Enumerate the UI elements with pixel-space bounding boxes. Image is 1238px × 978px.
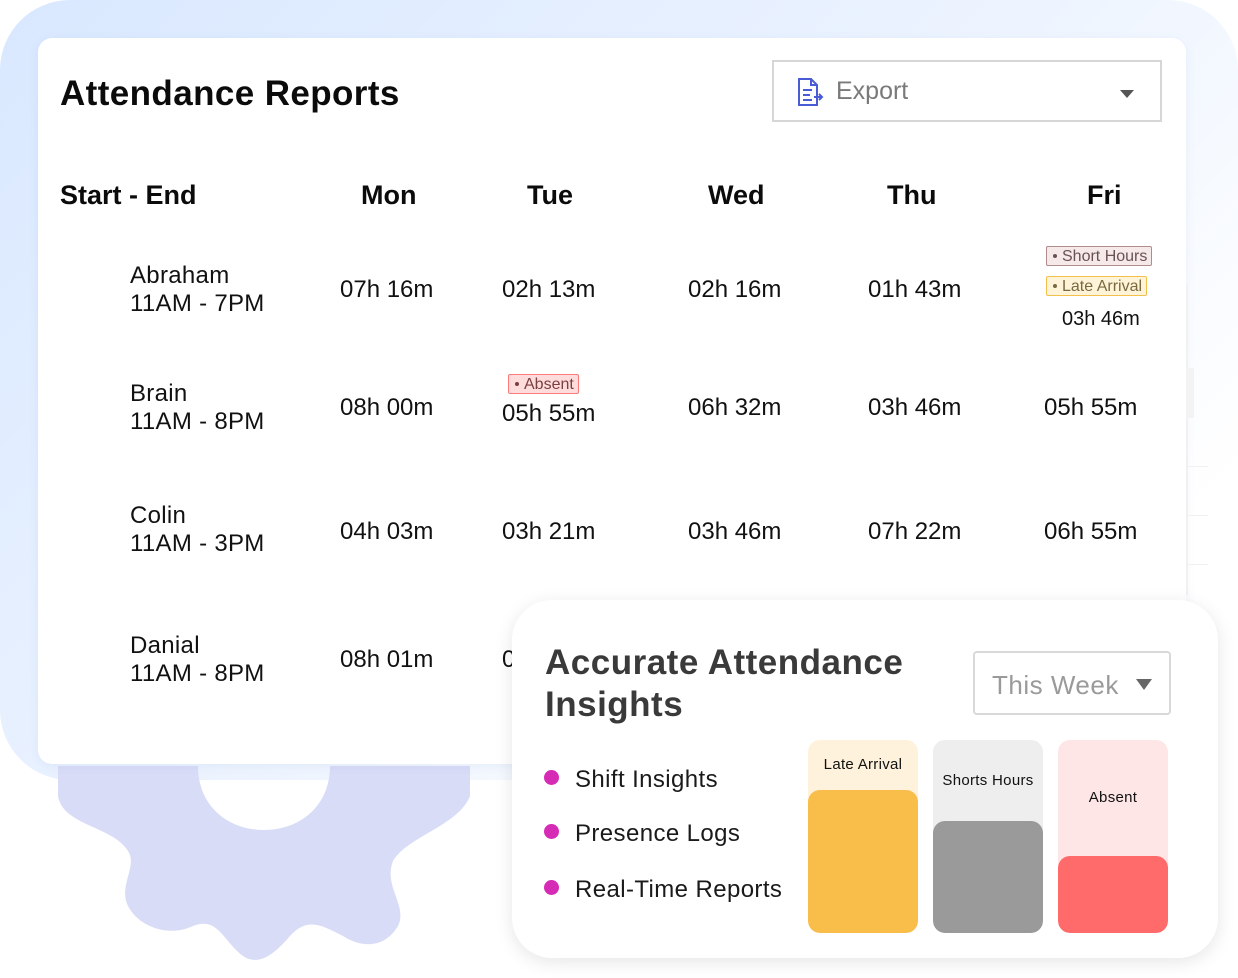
faint-divider (1186, 515, 1208, 516)
range-select[interactable]: This Week (973, 651, 1171, 715)
hours-cell: 03h 46m (1062, 308, 1140, 330)
employee-name: Brain (130, 380, 188, 407)
bar-label: Late Arrival (823, 756, 903, 773)
hours-cell: 03h 21m (502, 518, 596, 545)
employee-name: Colin (130, 502, 187, 529)
report-title: Attendance Reports (60, 74, 400, 113)
hours-cell: 05h 55m (502, 400, 596, 427)
insight-bullet: Presence Logs (544, 820, 740, 848)
short-hours-badge: Short Hours (1046, 246, 1153, 266)
export-dropdown[interactable]: Export (772, 60, 1162, 122)
hours-cell: 02h 16m (688, 276, 782, 303)
document-export-icon (798, 78, 824, 106)
bullet-dot-icon (544, 824, 559, 839)
hours-cell: 06h 32m (688, 394, 782, 421)
faint-divider (1186, 285, 1188, 595)
employee-shift: 11AM - 7PM (130, 290, 265, 317)
bar-label: Absent (1088, 789, 1138, 806)
bullet-dot-icon (544, 880, 559, 895)
hours-cell: 03h 46m (688, 518, 782, 545)
column-header-wed: Wed (708, 180, 765, 210)
hours-cell: 03h 46m (868, 394, 962, 421)
column-header-tue: Tue (527, 180, 573, 210)
absent-badge: Absent (508, 374, 579, 394)
insight-bullet: Shift Insights (544, 766, 718, 794)
insights-card: Accurate Attendance Insights This Week S… (512, 600, 1218, 958)
hours-cell: 01h 43m (868, 276, 962, 303)
column-header-mon: Mon (361, 180, 417, 210)
hours-cell: 05h 55m (1044, 394, 1138, 421)
insight-bullet: Real-Time Reports (544, 876, 782, 904)
caret-down-icon (1120, 90, 1134, 98)
range-select-label: This Week (992, 670, 1119, 700)
late-arrival-bar: Late Arrival (808, 740, 918, 933)
hours-cell: 07h 16m (340, 276, 434, 303)
caret-down-icon (1136, 679, 1152, 690)
employee-shift: 11AM - 3PM (130, 530, 265, 557)
late-arrival-badge: Late Arrival (1046, 276, 1148, 296)
employee-shift: 11AM - 8PM (130, 660, 265, 687)
faint-scroll-track (1186, 368, 1194, 418)
employee-name: Abraham (130, 262, 230, 289)
employee-name: Danial (130, 632, 200, 659)
column-header-start-end: Start - End (60, 180, 197, 210)
export-label: Export (836, 77, 909, 105)
hours-cell: 07h 22m (868, 518, 962, 545)
gear-decoration (58, 766, 470, 960)
short-hours-bar: Shorts Hours (933, 740, 1043, 933)
hours-cell: 04h 03m (340, 518, 434, 545)
insights-title: Accurate Attendance Insights (545, 643, 904, 724)
faint-divider (1186, 466, 1208, 467)
column-header-thu: Thu (887, 180, 937, 210)
hours-cell: 08h 00m (340, 394, 434, 421)
bar-fill (1058, 856, 1168, 933)
employee-shift: 11AM - 8PM (130, 408, 265, 435)
bar-fill (933, 821, 1043, 933)
bar-fill (808, 790, 918, 933)
bullet-dot-icon (544, 770, 559, 785)
hours-cell: 06h 55m (1044, 518, 1138, 545)
hours-cell: 02h 13m (502, 276, 596, 303)
hours-cell: 08h 01m (340, 646, 434, 673)
absent-bar: Absent (1058, 740, 1168, 933)
faint-divider (1186, 564, 1208, 565)
bar-label: Shorts Hours (942, 772, 1034, 789)
column-header-fri: Fri (1087, 180, 1122, 210)
